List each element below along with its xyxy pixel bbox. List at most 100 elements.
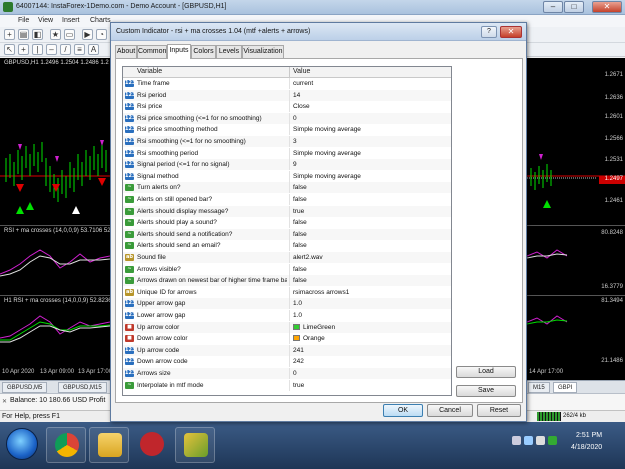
close-window-button[interactable]: ✕ — [592, 1, 622, 13]
clock-time[interactable]: 2:51 PM — [576, 432, 602, 439]
tab-visualization[interactable]: Visualization — [242, 45, 284, 58]
param-value[interactable]: current — [293, 79, 449, 88]
chart-tab-active[interactable]: GBPI — [553, 382, 578, 393]
param-row[interactable]: 123 Rsi period 14 — [123, 89, 451, 101]
cancel-button[interactable]: Cancel — [427, 404, 473, 417]
chart-main-right[interactable]: 1.2671 1.2636 1.2601 1.2566 1.2531 1.249… — [527, 58, 625, 225]
dialog-close-button[interactable]: ✕ — [500, 26, 522, 38]
param-row[interactable]: 123 Down arrow code 242 — [123, 356, 451, 368]
param-value[interactable]: 0 — [293, 369, 449, 378]
param-row[interactable]: ~ Alerts should send an email? false — [123, 240, 451, 252]
param-row[interactable]: ~ Arrows visible? false — [123, 263, 451, 275]
autotrading-icon[interactable]: ▶ — [82, 29, 93, 40]
param-value[interactable]: 1.0 — [293, 299, 449, 308]
param-value[interactable]: false — [293, 265, 449, 274]
volume-icon[interactable] — [536, 436, 545, 445]
taskbar-app-red[interactable] — [132, 427, 172, 463]
param-value[interactable]: alert2.wav — [293, 253, 449, 262]
param-value[interactable]: Simple moving average — [293, 125, 449, 134]
menu-file[interactable]: File — [18, 17, 29, 24]
trend-line-icon[interactable]: / — [60, 44, 71, 55]
param-value[interactable]: rsimacross arrows1 — [293, 288, 449, 297]
history-icon[interactable]: ◔ — [96, 29, 107, 40]
param-value[interactable]: LimeGreen — [293, 323, 449, 332]
column-separator[interactable] — [289, 67, 290, 78]
param-value[interactable]: true — [293, 207, 449, 216]
chart-main-left[interactable]: GBPUSD,H1 1.2496 1.2504 1.2486 1.2 — [0, 58, 110, 225]
param-row[interactable]: ~ Alerts should display message? true — [123, 205, 451, 217]
param-row[interactable]: 123 Rsi price Close — [123, 101, 451, 113]
param-row[interactable]: 123 Lower arrow gap 1.0 — [123, 310, 451, 321]
param-value[interactable]: false — [293, 218, 449, 227]
start-button[interactable] — [6, 428, 38, 460]
param-row[interactable]: ~ Alerts should send a notification? false — [123, 228, 451, 240]
param-row[interactable]: ~ Alerts should play a sound? false — [123, 217, 451, 229]
param-row[interactable]: 123 Upper arrow gap 1.0 — [123, 298, 451, 310]
param-row[interactable]: 123 Rsi price smoothing method Simple movi… — [123, 124, 451, 136]
param-row[interactable]: ~ Alerts on still opened bar? false — [123, 194, 451, 205]
param-row[interactable]: ab Sound file alert2.wav — [123, 252, 451, 263]
load-button[interactable]: Load — [456, 366, 516, 378]
chart-tab[interactable]: M15 — [528, 382, 550, 393]
param-value[interactable]: false — [293, 230, 449, 239]
horizontal-line-icon[interactable]: – — [46, 44, 57, 55]
param-value[interactable]: 241 — [293, 346, 449, 355]
help-button[interactable]: ? — [481, 26, 497, 38]
param-row[interactable]: 123 Arrows size 0 — [123, 368, 451, 379]
clock-date[interactable]: 4/18/2020 — [571, 444, 602, 451]
save-button[interactable]: Save — [456, 385, 516, 397]
maximize-button[interactable]: □ — [564, 1, 584, 13]
taskbar-chrome[interactable] — [46, 427, 86, 463]
ok-button[interactable]: OK — [383, 404, 423, 417]
flag-icon[interactable] — [512, 436, 521, 445]
param-row[interactable]: 123 Rsi smoothing (<=1 for no smoothing) 3 — [123, 136, 451, 147]
param-row[interactable]: 123 Rsi price smoothing (<=1 for no smoot… — [123, 112, 451, 124]
param-value[interactable]: false — [293, 183, 449, 192]
param-value[interactable]: 9 — [293, 160, 449, 169]
terminal-icon[interactable]: ▭ — [64, 29, 75, 40]
tab-levels[interactable]: Levels — [216, 45, 242, 58]
param-row[interactable]: 123 Rsi smoothing period Simple moving ave… — [123, 147, 451, 159]
taskbar-explorer[interactable] — [89, 427, 129, 463]
param-value[interactable]: false — [293, 195, 449, 204]
crosshair-icon[interactable]: + — [18, 44, 29, 55]
param-value[interactable]: 1.0 — [293, 311, 449, 320]
param-value[interactable]: Orange — [293, 334, 449, 343]
param-row[interactable]: ■ Down arrow color Orange — [123, 333, 451, 345]
profiles-icon[interactable]: ▤ — [18, 29, 29, 40]
menu-view[interactable]: View — [38, 17, 53, 24]
channel-icon[interactable]: ≡ — [74, 44, 85, 55]
param-row[interactable]: 123 Signal method Simple moving average — [123, 170, 451, 182]
rsi-pane-1-right[interactable]: 80.8248 16.3779 — [527, 225, 625, 295]
param-value[interactable]: false — [293, 276, 449, 285]
param-value[interactable]: 14 — [293, 91, 449, 100]
market-watch-icon[interactable]: ◧ — [32, 29, 43, 40]
tab-inputs[interactable]: Inputs — [167, 44, 191, 59]
menu-charts[interactable]: Charts — [90, 17, 111, 24]
reset-button[interactable]: Reset — [477, 404, 521, 417]
param-value[interactable]: Simple moving average — [293, 172, 449, 181]
inputs-grid[interactable]: Variable Value 123 Time frame current 123 Rs… — [122, 66, 452, 396]
rsi-pane-2-left[interactable]: H1 RSI + ma crosses (14,0,0,9) 52.8236 — [0, 295, 112, 367]
param-row[interactable]: 123 Time frame current — [123, 78, 451, 89]
cursor-icon[interactable]: ↖ — [4, 44, 15, 55]
battery-icon[interactable] — [548, 436, 557, 445]
param-row[interactable]: ■ Up arrow color LimeGreen — [123, 321, 451, 333]
new-chart-icon[interactable]: + — [4, 29, 15, 40]
rsi-pane-2-right[interactable]: 81.3494 21.1486 — [527, 295, 625, 367]
param-value[interactable]: true — [293, 381, 449, 390]
column-value[interactable]: Value — [293, 68, 310, 75]
param-row[interactable]: 123 Up arrow code 241 — [123, 344, 451, 356]
network-icon[interactable] — [524, 436, 533, 445]
taskbar-metatrader[interactable] — [175, 427, 215, 463]
param-row[interactable]: 123 Signal period (<=1 for no signal) 9 — [123, 159, 451, 171]
param-row[interactable]: ~ Interpolate in mtf mode true — [123, 379, 451, 391]
chart-tab[interactable]: GBPUSD,M5 — [2, 382, 48, 393]
param-value[interactable]: Close — [293, 102, 449, 111]
chart-tab[interactable]: GBPUSD,M15 — [58, 382, 107, 393]
tab-about[interactable]: About — [115, 45, 137, 58]
navigator-icon[interactable]: ★ — [50, 29, 61, 40]
param-value[interactable]: 0 — [293, 114, 449, 123]
param-value[interactable]: Simple moving average — [293, 149, 449, 158]
param-value[interactable]: false — [293, 241, 449, 250]
